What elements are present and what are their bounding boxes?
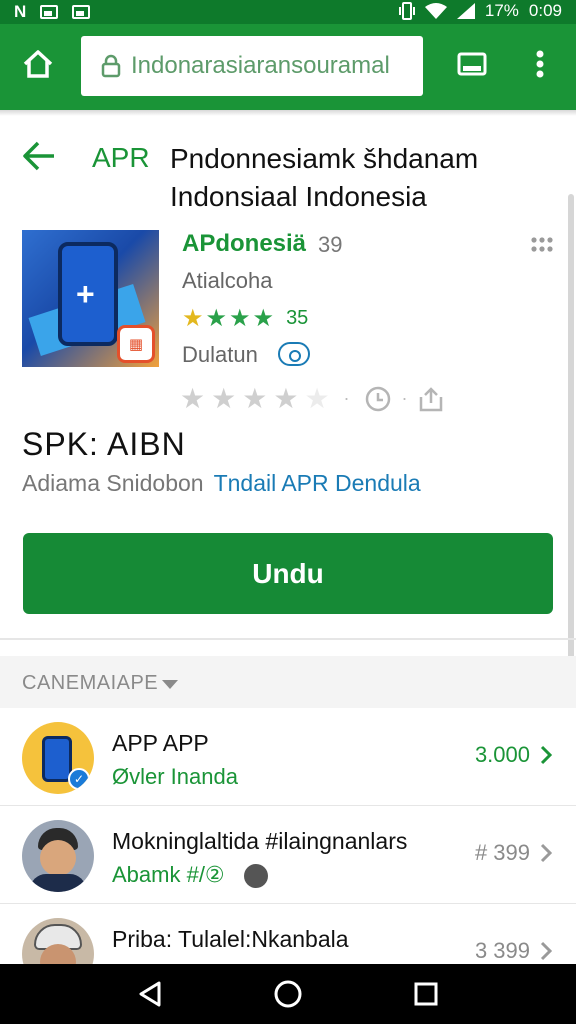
- list-item-title: Priba: Tulalel:Nkanbala: [112, 926, 349, 952]
- rate-star-icon[interactable]: ★: [211, 382, 236, 415]
- lock-icon: [101, 54, 121, 78]
- list-item-value-text: 3 399: [474, 938, 530, 963]
- star-icon: ★: [229, 305, 251, 332]
- system-nav-bar: [0, 964, 576, 1024]
- avatar: [22, 820, 94, 892]
- list-header-label: CANEMAIAPE: [22, 672, 159, 694]
- url-input[interactable]: [131, 52, 401, 80]
- status-chip-icon: [278, 342, 310, 366]
- image-notification-icon: [72, 5, 91, 19]
- verified-badge-icon: ✓: [68, 768, 90, 790]
- wifi-icon: [424, 3, 447, 19]
- nav-home-button[interactable]: [264, 974, 312, 1014]
- app-thumbnail[interactable]: + ▦: [22, 230, 159, 367]
- list-item-value: 3 399: [475, 938, 552, 964]
- avatar: ✓: [22, 722, 94, 794]
- separator-dot: ·: [343, 388, 350, 408]
- more-options-button[interactable]: [530, 236, 554, 254]
- app-name[interactable]: APdonesiä: [182, 230, 306, 258]
- star-icon: ★: [252, 305, 275, 332]
- url-bar[interactable]: [81, 36, 423, 96]
- overflow-menu-button[interactable]: [518, 42, 562, 86]
- subtitle-link[interactable]: Tndail APR Dendula: [214, 470, 421, 496]
- list-header[interactable]: CANEMAIAPE: [0, 656, 576, 708]
- battery-percent: 17%: [484, 1, 519, 20]
- nav-back-button[interactable]: [126, 974, 174, 1014]
- more-grid-icon: [531, 237, 553, 252]
- thumbnail-phone-shape: +: [58, 242, 118, 346]
- download-button[interactable]: Undu: [23, 533, 553, 614]
- status-letter: N: [14, 2, 27, 21]
- section-divider: [0, 638, 576, 640]
- nav-home-icon: [274, 980, 302, 1008]
- home-icon: [23, 50, 53, 78]
- list-item-value-text: # 399: [474, 840, 530, 865]
- chevron-right-icon: [540, 843, 552, 863]
- back-arrow-icon: [23, 141, 54, 171]
- page-scrollbar[interactable]: [568, 194, 574, 664]
- toolbar-shadow: [0, 110, 576, 116]
- nav-recents-icon: [414, 982, 438, 1006]
- app-developer: Atialcoha: [182, 268, 273, 293]
- browser-toolbar: [0, 24, 576, 110]
- back-label[interactable]: APR: [92, 142, 150, 174]
- chevron-right-icon: [540, 941, 552, 961]
- rating-count: 35: [286, 307, 309, 329]
- clock-time: 0:09: [528, 1, 562, 20]
- app-card[interactable]: + ▦ APdonesiä 39 Atialcoha ★ ★ ★ ★ 35 Du…: [22, 230, 562, 420]
- subtitle-text: Adiama Snidobon: [22, 470, 204, 496]
- gallery-notification-icon: [40, 5, 59, 19]
- section-subtitle: Adiama Snidobon Tndail APR Dendula: [22, 470, 421, 497]
- star-icon: ★: [182, 305, 204, 332]
- app-name-count: 39: [318, 232, 343, 257]
- app-status: Dulatun: [182, 342, 258, 367]
- rate-star-icon[interactable]: ★: [242, 382, 267, 415]
- status-bar: N 17% 0:09: [0, 0, 576, 24]
- chevron-right-icon: [540, 745, 552, 765]
- back-button[interactable]: [22, 140, 62, 176]
- chevron-down-icon: [162, 680, 178, 689]
- nav-back-icon: [139, 981, 161, 1007]
- page-title: Pndonnesiamk šhdanam Indonsiaal Indonesi…: [170, 143, 479, 212]
- page-header: APR Pndonnesiamk šhdanam Indonsiaal Indo…: [22, 140, 562, 220]
- separator-dot: ·: [401, 388, 408, 408]
- rate-this-app[interactable]: ★ ★ ★ ★ ★ · ·: [180, 382, 444, 415]
- overflow-menu-icon: [536, 50, 544, 78]
- star-icon: ★: [205, 305, 228, 332]
- nav-recents-button[interactable]: [402, 974, 450, 1014]
- list-item-title: APP APP: [112, 730, 209, 756]
- rate-star-icon[interactable]: ★: [273, 382, 298, 415]
- section-title: SPK: AIBN: [22, 426, 186, 462]
- clock-icon[interactable]: [364, 385, 392, 413]
- tabs-button[interactable]: [450, 42, 494, 86]
- list-item-value: # 399: [475, 840, 552, 866]
- list-item-subtitle: Abamk #/②: [112, 862, 225, 887]
- list-item-value-text: 3.000: [474, 742, 530, 767]
- list-item-subtitle: Øvler Inanda: [112, 764, 238, 789]
- home-button[interactable]: [16, 42, 60, 86]
- share-icon[interactable]: [418, 385, 444, 413]
- rate-star-icon[interactable]: ★: [180, 382, 205, 415]
- vibrate-icon: [398, 2, 415, 20]
- signal-icon: [456, 3, 475, 19]
- tabs-icon: [457, 52, 487, 76]
- rate-star-icon[interactable]: ★: [304, 382, 329, 415]
- app-rating: ★ ★ ★ ★ 35: [182, 304, 308, 333]
- qr-badge-icon: ▦: [117, 325, 155, 363]
- list-item[interactable]: ✓ APP APP Øvler Inanda 3.000: [0, 708, 576, 806]
- list-item-value: 3.000: [475, 742, 552, 768]
- list-item[interactable]: Mokninglaltida #ilaingnanlars Abamk #/② …: [0, 806, 576, 904]
- small-avatar-icon: [244, 864, 268, 888]
- list-item-title: Mokninglaltida #ilaingnanlars: [112, 828, 408, 854]
- web-page: APR Pndonnesiamk šhdanam Indonsiaal Indo…: [0, 110, 576, 990]
